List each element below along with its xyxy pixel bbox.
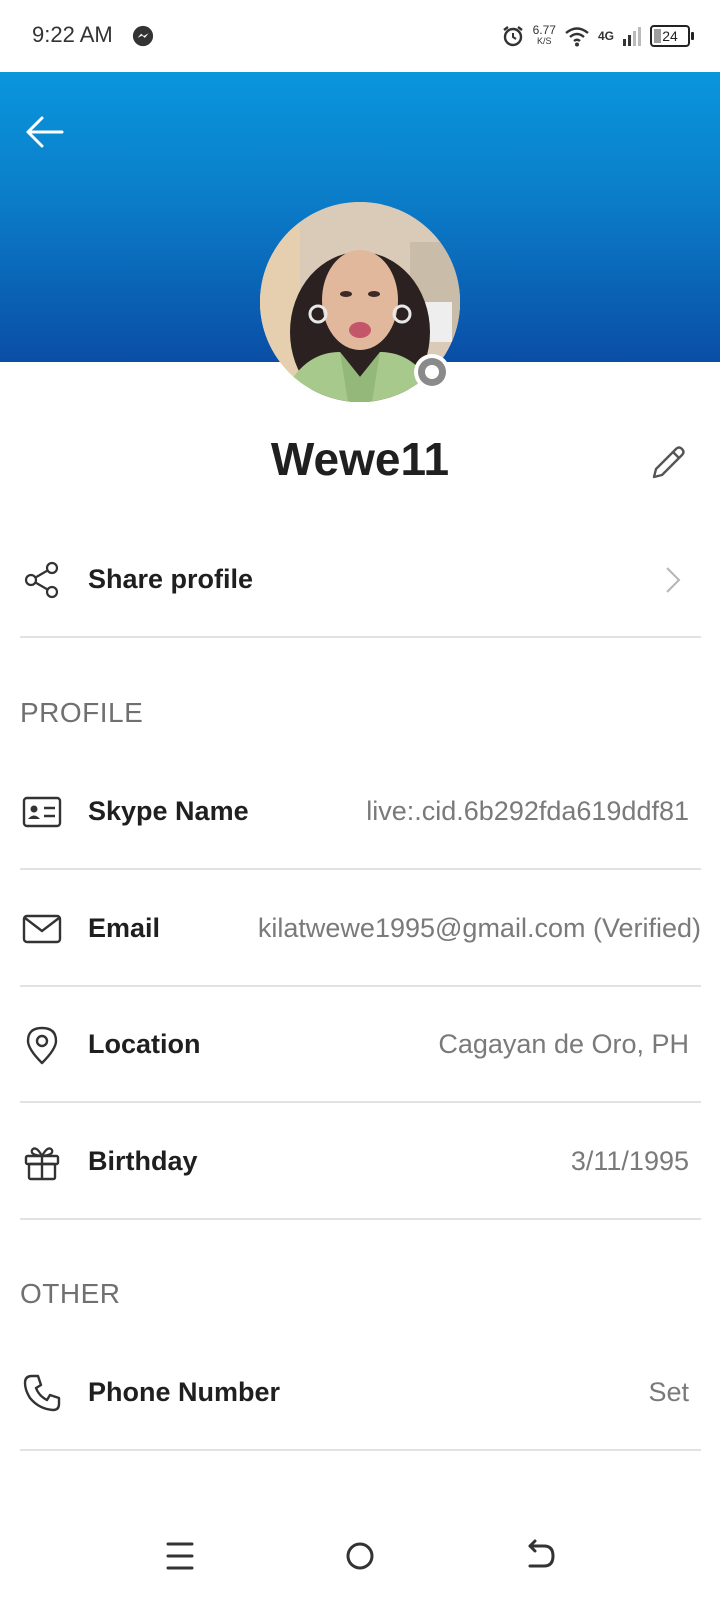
status-icons: 6.77 K/S 4G 24 xyxy=(501,20,694,52)
menu-icon[interactable] xyxy=(156,1532,204,1580)
phone-number-row[interactable]: Phone Number Set xyxy=(20,1333,701,1451)
location-label: Location xyxy=(88,1029,201,1059)
presence-offline-badge xyxy=(418,358,446,386)
battery-level: 24 xyxy=(662,28,678,44)
share-profile-row[interactable]: Share profile xyxy=(20,520,701,638)
birthday-row[interactable]: Birthday 3/11/1995 xyxy=(20,1102,701,1220)
section-title-other: OTHER xyxy=(20,1278,121,1309)
battery-indicator: 24 xyxy=(650,25,694,47)
phone-number-label: Phone Number xyxy=(88,1377,281,1407)
share-icon xyxy=(24,561,59,599)
system-navigation-bar xyxy=(0,1504,720,1612)
location-pin-icon xyxy=(26,1026,58,1065)
skype-name-label: Skype Name xyxy=(88,796,249,826)
arrow-left-icon[interactable] xyxy=(22,112,66,152)
network-type: 4G xyxy=(597,29,614,43)
phone-number-value[interactable]: Set xyxy=(648,1333,689,1451)
location-value: Cagayan de Oro, PH xyxy=(438,1029,689,1059)
pencil-icon[interactable] xyxy=(646,443,688,485)
share-profile-label: Share profile xyxy=(88,564,254,594)
mail-icon xyxy=(22,914,62,944)
signal-icon xyxy=(623,27,641,46)
presence-dot xyxy=(425,365,439,379)
network-speed: 6.77 K/S xyxy=(532,23,556,47)
home-circle-icon[interactable] xyxy=(336,1532,384,1580)
network-speed-value: 6.77 xyxy=(532,23,556,37)
status-time: 9:22 AM xyxy=(32,22,113,47)
email-label: Email xyxy=(88,913,161,943)
skype-name-value: live:.cid.6b292fda619ddf81 xyxy=(366,796,689,826)
messenger-icon xyxy=(132,25,154,47)
location-row[interactable]: Location Cagayan de Oro, PH xyxy=(20,985,701,1103)
skype-name-row[interactable]: Skype Name live:.cid.6b292fda619ddf81 xyxy=(20,752,701,870)
profile-avatar[interactable] xyxy=(260,202,460,402)
status-bar: 9:22 AM 6.77 K/S 4G 24 xyxy=(0,0,720,72)
email-value: kilatwewe1995@gmail.com (Verified) xyxy=(257,913,701,943)
birthday-value: 3/11/1995 xyxy=(570,1146,689,1176)
email-row[interactable]: Email kilatwewe1995@gmail.com (Verified) xyxy=(20,869,701,987)
alarm-icon xyxy=(502,26,523,47)
section-title-profile: PROFILE xyxy=(20,697,144,728)
presence-indicator xyxy=(414,354,450,390)
chevron-right-icon xyxy=(666,567,681,593)
network-speed-unit: K/S xyxy=(537,36,552,46)
battery-fill xyxy=(654,29,661,43)
profile-display-name: Wewe11 xyxy=(270,433,450,485)
back-arrow-icon[interactable] xyxy=(516,1532,564,1580)
phone-icon xyxy=(23,1374,61,1412)
birthday-label: Birthday xyxy=(88,1146,198,1176)
wifi-icon xyxy=(565,27,589,47)
gift-icon xyxy=(24,1147,60,1181)
id-card-icon xyxy=(22,796,62,828)
